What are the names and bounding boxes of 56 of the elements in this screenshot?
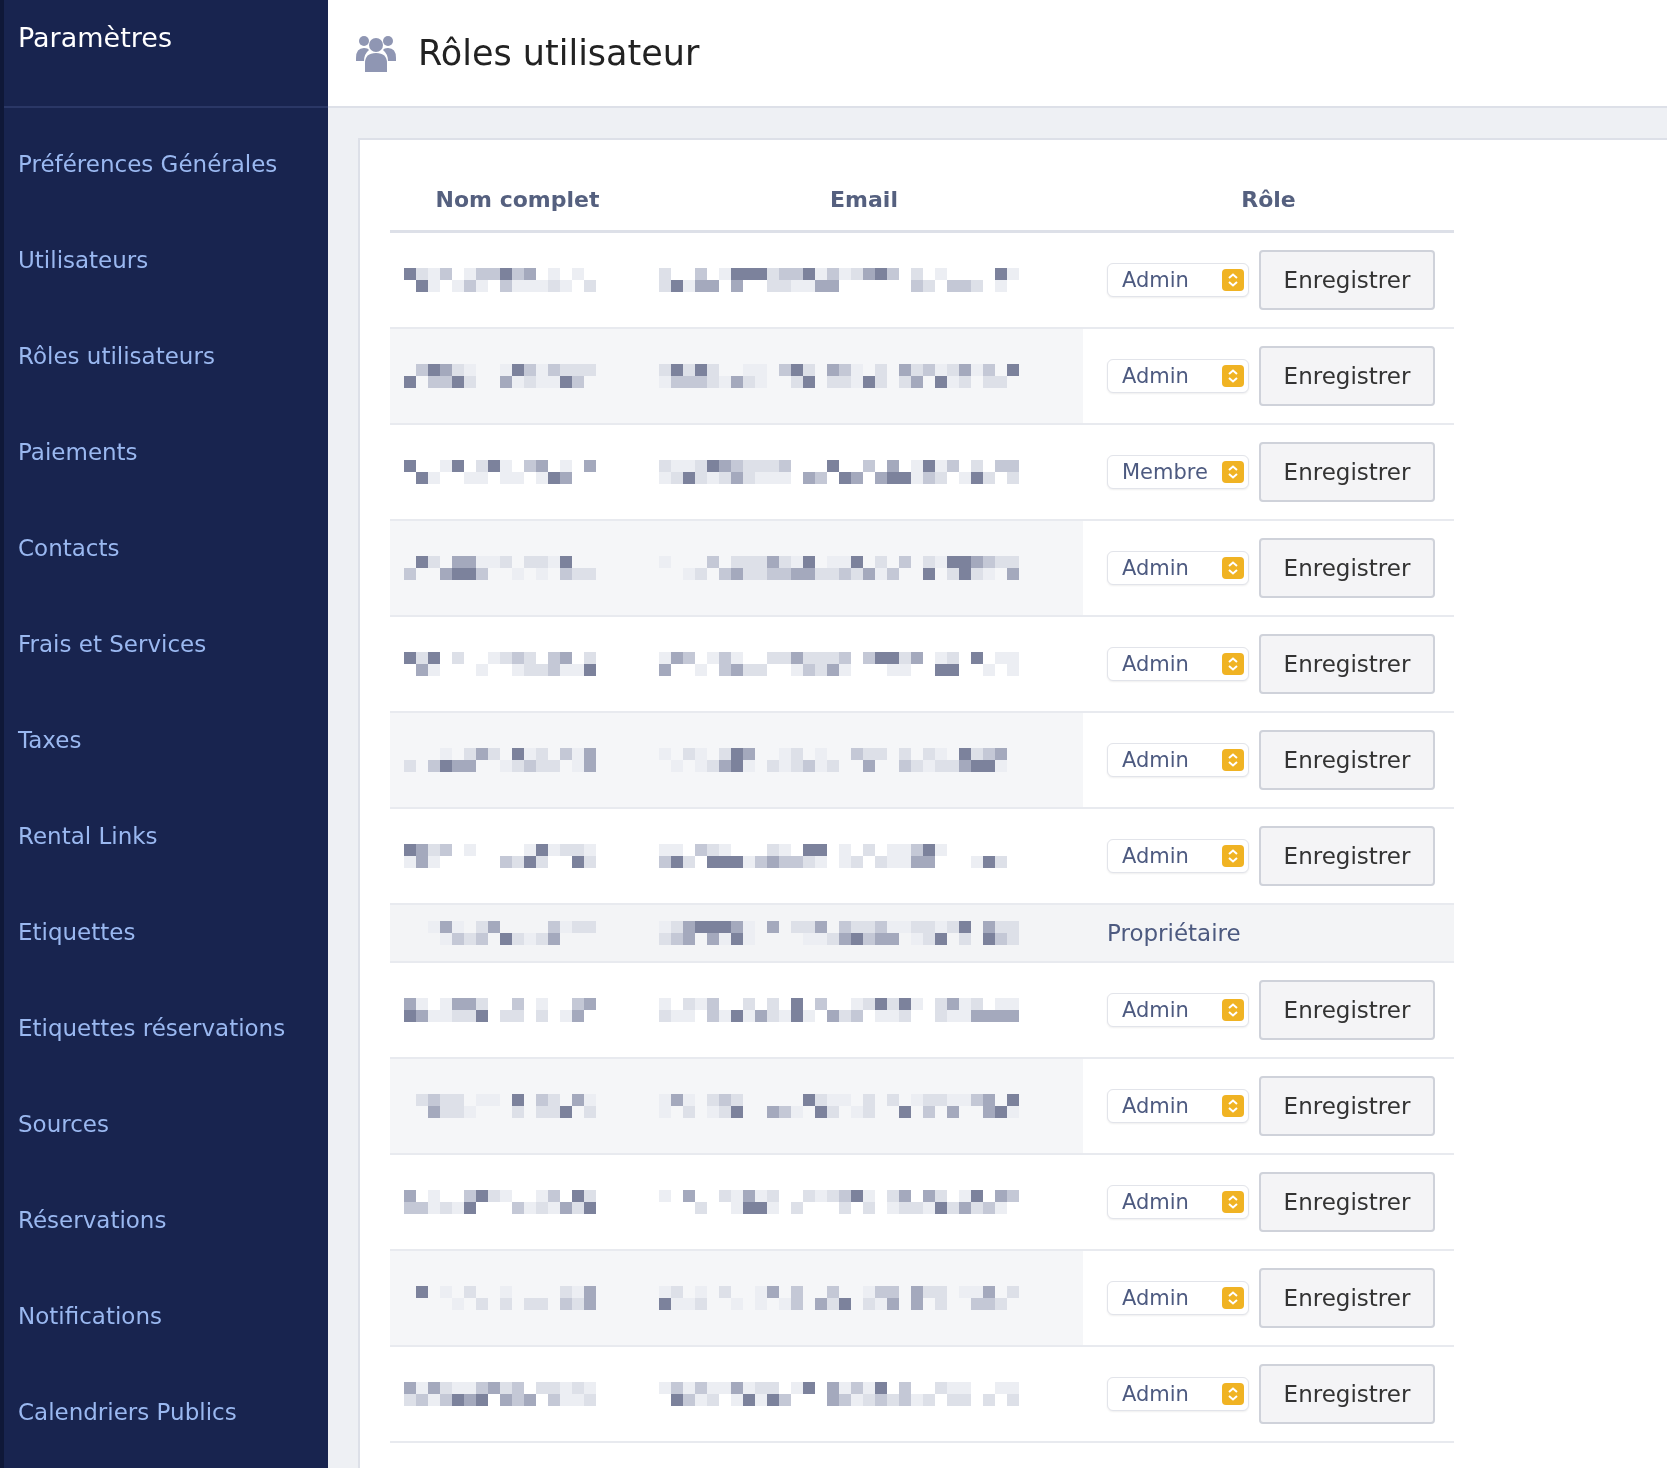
column-header: Nom complet [434,186,601,212]
sidebar-item[interactable]: Notifications [4,1268,328,1364]
sidebar-item[interactable]: Etiquettes réservations [4,980,328,1076]
chevron-icon [1222,653,1244,675]
chevron-icon [1222,365,1244,387]
role-select[interactable]: Membre [1107,455,1249,489]
save-button[interactable]: Enregistrer [1259,1172,1435,1232]
save-button[interactable]: Enregistrer [1259,730,1435,790]
column-header: Email [829,186,899,212]
sidebar-item[interactable]: Préférences Générales [4,116,328,212]
sidebar-item[interactable]: Calendriers Publics [4,1364,328,1460]
save-button[interactable]: Enregistrer [1259,980,1435,1040]
role-text: Propriétaire [1107,920,1241,946]
save-button[interactable]: Enregistrer [1259,442,1435,502]
save-button[interactable]: Enregistrer [1259,826,1435,886]
sidebar-item[interactable]: Frais et Services [4,596,328,692]
sidebar-item[interactable]: Rôles utilisateurs [4,308,328,404]
users-icon [356,34,396,72]
save-button[interactable]: Enregistrer [1259,1076,1435,1136]
chevron-icon [1222,1095,1244,1117]
chevron-icon [1222,461,1244,483]
role-select[interactable]: Admin [1107,647,1249,681]
chevron-icon [1222,1287,1244,1309]
chevron-icon [1222,1383,1244,1405]
chevron-icon [1222,1191,1244,1213]
page-title: Rôles utilisateur [418,33,700,73]
chevron-icon [1222,749,1244,771]
sidebar-item[interactable]: Contacts [4,500,328,596]
role-select[interactable]: Admin [1107,839,1249,873]
save-button[interactable]: Enregistrer [1259,634,1435,694]
role-select[interactable]: Admin [1107,1089,1249,1123]
chevron-icon [1222,557,1244,579]
chevron-icon [1222,999,1244,1021]
sidebar-item[interactable]: Paiements [4,404,328,500]
role-select[interactable]: Admin [1107,743,1249,777]
sidebar-item[interactable]: Sources [4,1076,328,1172]
save-button[interactable]: Enregistrer [1259,250,1435,310]
save-button[interactable]: Enregistrer [1259,538,1435,598]
chevron-icon [1222,845,1244,867]
save-button[interactable]: Enregistrer [1259,1364,1435,1424]
role-select[interactable]: Admin [1107,551,1249,585]
column-header: Rôle [1240,186,1297,212]
role-select[interactable]: Admin [1107,1281,1249,1315]
chevron-icon [1222,269,1244,291]
sidebar-item[interactable]: Utilisateurs [4,212,328,308]
sidebar-item[interactable]: Réservations [4,1172,328,1268]
sidebar-item[interactable]: Taxes [4,692,328,788]
sidebar-item[interactable]: Etiquettes [4,884,328,980]
role-select[interactable]: Admin [1107,993,1249,1027]
role-select[interactable]: Admin [1107,359,1249,393]
role-select[interactable]: Admin [1107,263,1249,297]
role-select[interactable]: Admin [1107,1185,1249,1219]
role-select[interactable]: Admin [1107,1377,1249,1411]
save-button[interactable]: Enregistrer [1259,346,1435,406]
save-button[interactable]: Enregistrer [1259,1268,1435,1328]
sidebar-item[interactable]: Rental Links [4,788,328,884]
